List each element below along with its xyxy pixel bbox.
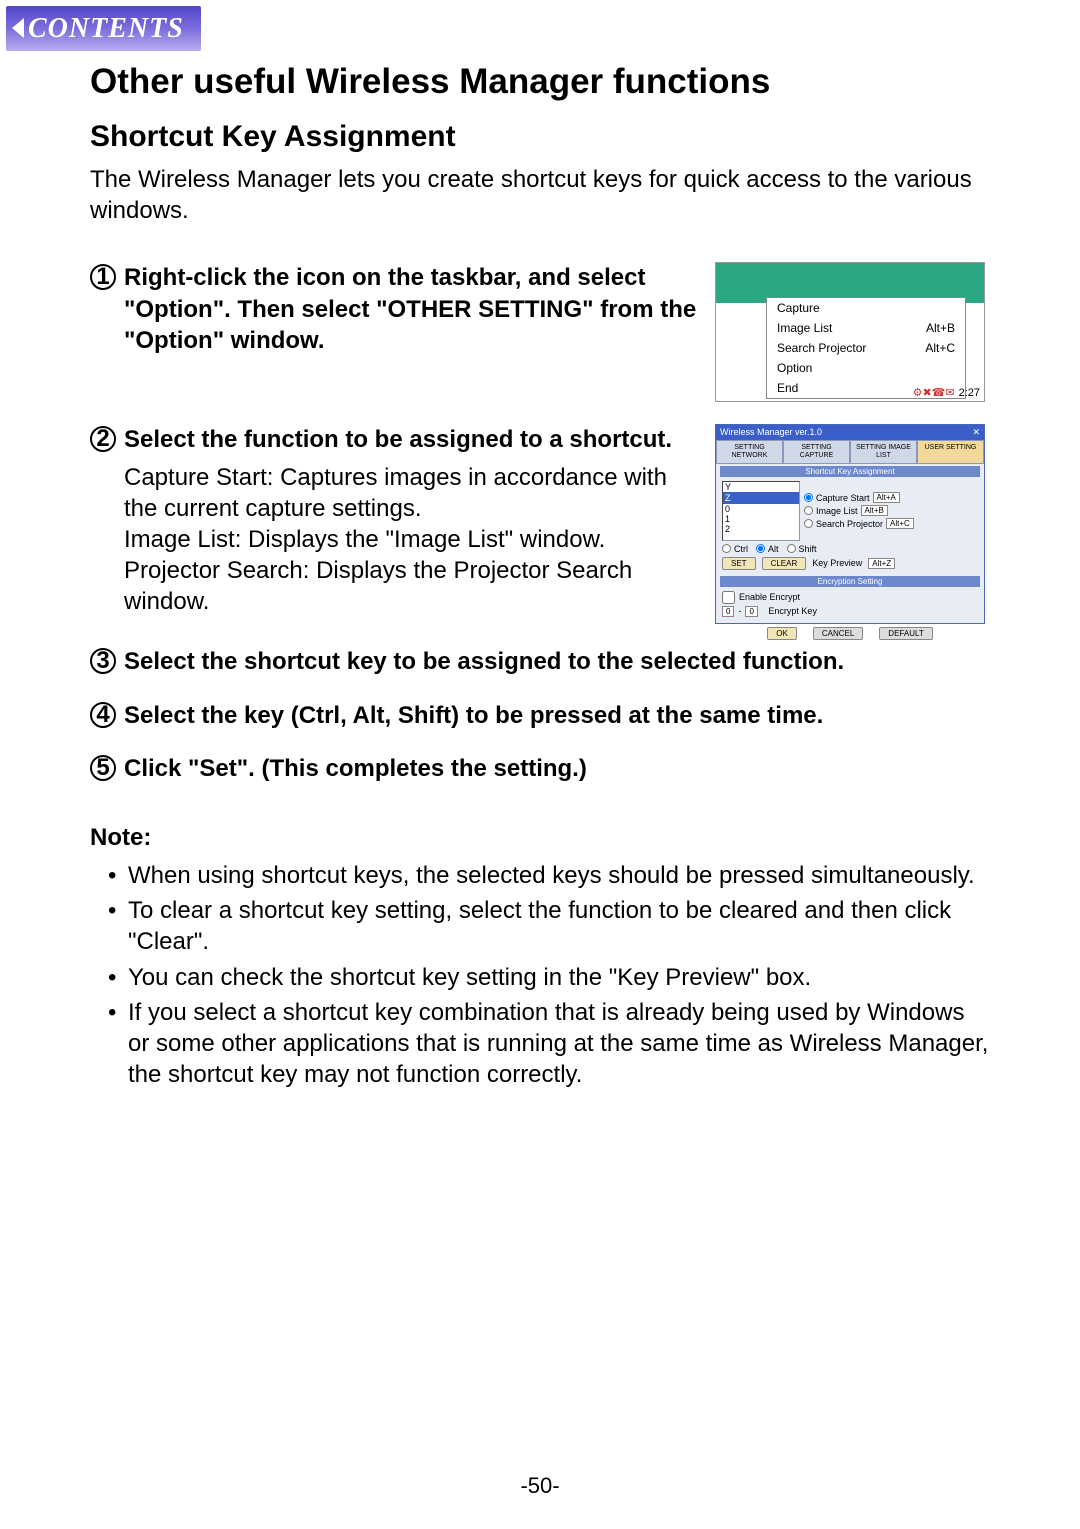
step-title: Select the shortcut key to be assigned t…: [124, 646, 844, 677]
tab: SETTING CAPTURE: [783, 440, 850, 463]
radio-alt: [756, 544, 765, 553]
step-2: 2 Select the function to be assigned to …: [90, 424, 990, 624]
intro-text: The Wireless Manager lets you create sho…: [90, 164, 990, 226]
step-body: Capture Start: Captures images in accord…: [124, 462, 697, 618]
menu-item: Option: [767, 358, 965, 378]
page-number: -50-: [0, 1473, 1080, 1499]
ok-button: OK: [767, 627, 797, 640]
key-list: Y Z 0 1 2: [722, 481, 800, 541]
note-item: If you select a shortcut key combination…: [108, 997, 990, 1091]
set-button: SET: [722, 557, 756, 570]
cancel-button: CANCEL: [813, 627, 863, 640]
step-number: 4: [90, 702, 116, 728]
radio-imagelist: [804, 506, 813, 515]
clock: 2:27: [959, 387, 980, 399]
step-3: 3 Select the shortcut key to be assigned…: [90, 646, 990, 677]
clear-button: CLEAR: [762, 557, 807, 570]
radio-shift: [787, 544, 796, 553]
page-content: Other useful Wireless Manager functions …: [90, 62, 990, 1094]
enable-encrypt-checkbox: [722, 591, 735, 604]
radio-capture: [804, 493, 813, 502]
contents-tab[interactable]: CONTENTS: [6, 6, 201, 51]
notes-title: Note:: [90, 824, 990, 852]
radio-search: [804, 519, 813, 528]
note-item: To clear a shortcut key setting, select …: [108, 895, 990, 957]
dialog-screenshot: Wireless Manager ver.1.0 ✕ SETTING NETWOR…: [715, 424, 985, 624]
back-arrow-icon: [12, 18, 24, 38]
section-label: Shortcut Key Assignment: [720, 466, 980, 477]
radio-ctrl: [722, 544, 731, 553]
page-title: Other useful Wireless Manager functions: [90, 62, 990, 102]
step-number: 3: [90, 648, 116, 674]
tab: SETTING IMAGE LIST: [850, 440, 917, 463]
tab: USER SETTING: [917, 440, 984, 463]
step-5: 5 Click "Set". (This completes the setti…: [90, 753, 990, 784]
contents-label: CONTENTS: [28, 13, 184, 45]
context-menu: Capture Image ListAlt+B Search Projector…: [766, 297, 966, 399]
menu-item: Capture: [767, 298, 965, 318]
step-title: Right-click the icon on the taskbar, and…: [124, 262, 697, 356]
context-menu-screenshot: Capture Image ListAlt+B Search Projector…: [715, 262, 985, 402]
step-number: 1: [90, 264, 116, 290]
step-title: Select the key (Ctrl, Alt, Shift) to be …: [124, 700, 823, 731]
section-title: Shortcut Key Assignment: [90, 120, 990, 154]
default-button: DEFAULT: [879, 627, 932, 640]
note-item: You can check the shortcut key setting i…: [108, 962, 990, 993]
encryption-label: Encryption Setting: [720, 576, 980, 587]
step-title: Select the function to be assigned to a …: [124, 424, 672, 455]
dialog-title: Wireless Manager ver.1.0: [720, 427, 822, 438]
step-1: 1 Right-click the icon on the taskbar, a…: [90, 262, 990, 402]
menu-item: Image ListAlt+B: [767, 318, 965, 338]
tab: SETTING NETWORK: [716, 440, 783, 463]
note-item: When using shortcut keys, the selected k…: [108, 860, 990, 891]
close-icon: ✕: [972, 427, 980, 438]
step-title: Click "Set". (This completes the setting…: [124, 753, 587, 784]
tray-icons-icon: ⚙✖☎✉: [913, 386, 955, 399]
step-number: 2: [90, 426, 116, 452]
key-preview: Alt+Z: [868, 558, 895, 569]
notes-section: Note: When using shortcut keys, the sele…: [90, 824, 990, 1090]
menu-item: Search ProjectorAlt+C: [767, 338, 965, 358]
step-4: 4 Select the key (Ctrl, Alt, Shift) to b…: [90, 700, 990, 731]
step-number: 5: [90, 755, 116, 781]
